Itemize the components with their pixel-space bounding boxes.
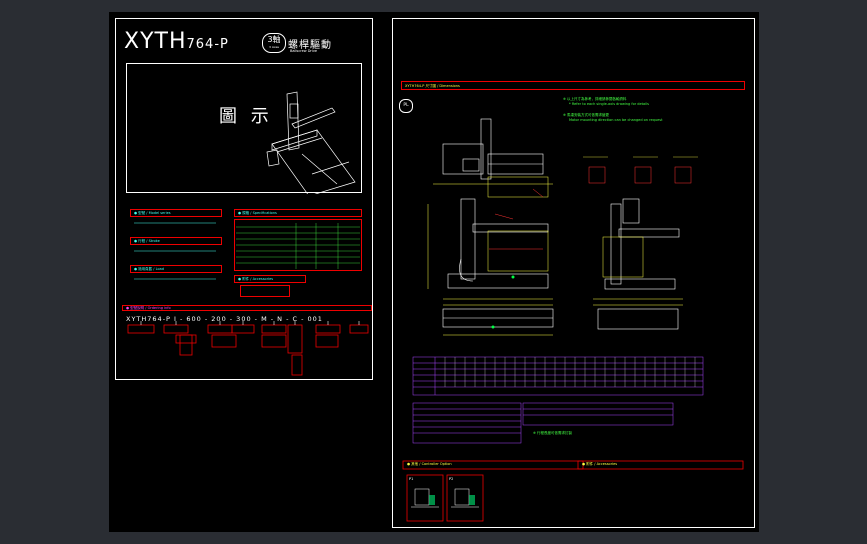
table-note: ※ 行程長度可依需求訂製 — [533, 431, 573, 435]
controller-option-label: ● 其他 / Controller Option — [407, 462, 452, 466]
p2-label: P2 — [449, 477, 454, 481]
left-info-panel: XYTH764-P 3軸 3 Axes 螺桿驅動 Ballscrew Drive… — [115, 18, 373, 380]
accessories-label: ● 附件 / Accessories — [582, 462, 618, 466]
spec-lines — [127, 222, 369, 376]
cad-drawing — [402, 118, 744, 522]
drawing-canvas: XYTH764-P 3軸 3 Axes 螺桿驅動 Ballscrew Drive… — [109, 12, 759, 532]
p1-label: P1 — [409, 477, 414, 481]
right-drawing-panel: XYTH764-P 尺寸圖 / Dimensions PL ※ 以上尺寸為參考，… — [392, 18, 755, 528]
